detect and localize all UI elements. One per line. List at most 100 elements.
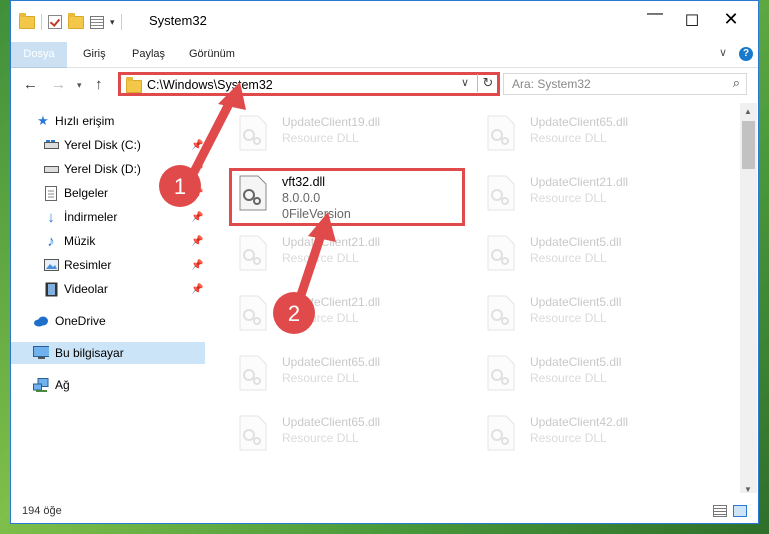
pin-icon[interactable]: 📌: [191, 284, 203, 295]
list-item[interactable]: UpdateClient5.dll Resource DLL: [480, 349, 710, 395]
sidebar-item-music[interactable]: ♪ Müzik 📌: [11, 230, 205, 252]
cloud-icon: [33, 313, 49, 329]
customize-dropdown-icon[interactable]: ▾: [110, 17, 115, 28]
sidebar-item-this-pc[interactable]: Bu bilgisayar: [11, 342, 205, 364]
file-name: UpdateClient5.dll: [530, 235, 622, 249]
list-item[interactable]: UpdateClient5.dll Resource DLL: [480, 289, 710, 335]
document-icon: [43, 185, 59, 201]
list-item[interactable]: UpdateClient65.dll Resource DLL: [480, 109, 710, 155]
file-list: UpdateClient19.dll Resource DLL UpdateCl…: [208, 103, 738, 493]
sidebar-item-label: İndirmeler: [64, 210, 118, 224]
pin-icon[interactable]: 📌: [191, 260, 203, 271]
dll-file-icon: [487, 175, 515, 211]
search-icon[interactable]: ⌕: [733, 75, 740, 91]
dll-file-icon: [487, 115, 515, 151]
file-description: Resource DLL: [282, 131, 359, 145]
list-item[interactable]: UpdateClient21.dll Resource DLL: [232, 289, 462, 335]
list-item[interactable]: UpdateClient5.dll Resource DLL: [480, 229, 710, 275]
item-count: 194 öğe: [22, 505, 62, 517]
help-icon[interactable]: ?: [739, 47, 753, 61]
dll-file-icon: [487, 355, 515, 391]
dll-file-icon: [487, 415, 515, 451]
pin-icon[interactable]: 📌: [191, 236, 203, 247]
back-arrow-icon[interactable]: ←: [23, 76, 38, 93]
pin-icon[interactable]: 📌: [191, 212, 203, 223]
pin-icon[interactable]: 📌: [191, 188, 203, 199]
sidebar-item-local-disk-d[interactable]: Yerel Disk (D:) 📌: [11, 158, 205, 180]
tab-home[interactable]: Giriş: [73, 42, 116, 67]
sidebar-item-label: Bu bilgisayar: [55, 346, 124, 360]
sidebar-item-videos[interactable]: Videolar 📌: [11, 278, 205, 300]
address-path[interactable]: C:\Windows\System32: [147, 78, 273, 92]
file-name: UpdateClient65.dll: [530, 115, 629, 129]
up-arrow-icon[interactable]: ↑: [95, 76, 103, 93]
dll-file-icon: [239, 355, 267, 391]
ribbon-tabs: Dosya Giriş Paylaş Görünüm ∨ ?: [11, 42, 758, 88]
computer-icon: [33, 345, 49, 361]
file-description: Resource DLL: [282, 431, 359, 445]
pin-icon[interactable]: 📌: [191, 164, 203, 175]
vertical-scrollbar[interactable]: ▲ ▼: [740, 103, 757, 494]
folder-icon[interactable]: [19, 12, 35, 29]
list-item[interactable]: UpdateClient42.dll Resource DLL: [480, 409, 710, 455]
sidebar-item-label: Yerel Disk (C:): [64, 138, 141, 152]
file-name: UpdateClient65.dll: [282, 415, 381, 429]
file-description: Resource DLL: [530, 251, 607, 265]
file-name: UpdateClient19.dll: [282, 115, 381, 129]
file-description: Resource DLL: [530, 431, 607, 445]
refresh-icon[interactable]: ↻: [477, 74, 498, 92]
sidebar-item-label: Ağ: [55, 378, 70, 392]
recent-locations-chevron-icon[interactable]: ▾: [77, 80, 82, 91]
address-dropdown-icon[interactable]: ∨: [461, 76, 469, 89]
drive-icon: [43, 161, 59, 177]
list-item[interactable]: UpdateClient19.dll Resource DLL: [232, 109, 462, 155]
scroll-thumb[interactable]: [742, 121, 755, 169]
address-bar[interactable]: C:\Windows\System32 ∨ ↻: [118, 72, 500, 96]
sidebar-item-label: Hızlı erişim: [55, 114, 115, 128]
picture-icon: [43, 257, 59, 273]
close-icon[interactable]: ✕: [721, 9, 741, 30]
sidebar-item-local-disk-c[interactable]: Yerel Disk (C:) 📌: [11, 134, 205, 156]
window-title: System32: [149, 13, 207, 28]
music-icon: ♪: [47, 232, 55, 250]
scroll-up-icon[interactable]: ▲: [744, 107, 752, 116]
title-bar: ▾ System32 — ☐ ✕: [11, 1, 758, 41]
separator: [41, 14, 42, 30]
tab-view[interactable]: Görünüm: [179, 42, 245, 67]
file-name: UpdateClient21.dll: [282, 295, 381, 309]
forward-arrow-icon[interactable]: →: [51, 76, 66, 93]
sidebar-item-downloads[interactable]: ↓ İndirmeler 📌: [11, 206, 205, 228]
minimize-icon[interactable]: —: [645, 5, 665, 23]
file-description: Resource DLL: [530, 131, 607, 145]
details-view-icon[interactable]: [713, 505, 727, 517]
maximize-icon[interactable]: ☐: [682, 11, 702, 31]
dll-file-icon: [239, 235, 267, 271]
new-folder-icon[interactable]: [68, 12, 84, 29]
address-row: ← → ▾ ↑ C:\Windows\System32 ∨ ↻ Ara: Sys…: [11, 68, 758, 101]
sidebar-item-onedrive[interactable]: OneDrive: [11, 310, 205, 332]
tiles-view-icon[interactable]: [733, 505, 747, 517]
view-options-icon[interactable]: [90, 15, 104, 29]
sidebar-item-documents[interactable]: Belgeler 📌: [11, 182, 205, 204]
status-bar: 194 öğe: [11, 499, 758, 523]
pin-icon[interactable]: 📌: [191, 140, 203, 151]
file-description: Resource DLL: [530, 371, 607, 385]
list-item[interactable]: UpdateClient21.dll Resource DLL: [480, 169, 710, 215]
search-input[interactable]: Ara: System32 ⌕: [503, 73, 747, 95]
scroll-down-icon[interactable]: ▼: [744, 485, 752, 494]
sidebar-item-pictures[interactable]: Resimler 📌: [11, 254, 205, 276]
expand-ribbon-chevron-icon[interactable]: ∨: [719, 46, 727, 59]
properties-check-icon[interactable]: [48, 15, 62, 29]
sidebar-item-network[interactable]: Ağ: [11, 374, 205, 396]
dll-file-icon: [239, 115, 267, 151]
tab-share[interactable]: Paylaş: [122, 42, 175, 67]
file-name: UpdateClient5.dll: [530, 355, 622, 369]
separator: [120, 14, 122, 30]
sidebar-item-label: Belgeler: [64, 186, 109, 200]
sidebar-item-label: Videolar: [64, 282, 108, 296]
download-icon: ↓: [47, 208, 55, 226]
sidebar-item-quick-access[interactable]: ★ Hızlı erişim: [11, 110, 205, 132]
list-item[interactable]: UpdateClient21.dll Resource DLL: [232, 229, 462, 275]
list-item[interactable]: UpdateClient65.dll Resource DLL: [232, 409, 462, 455]
list-item[interactable]: UpdateClient65.dll Resource DLL: [232, 349, 462, 395]
